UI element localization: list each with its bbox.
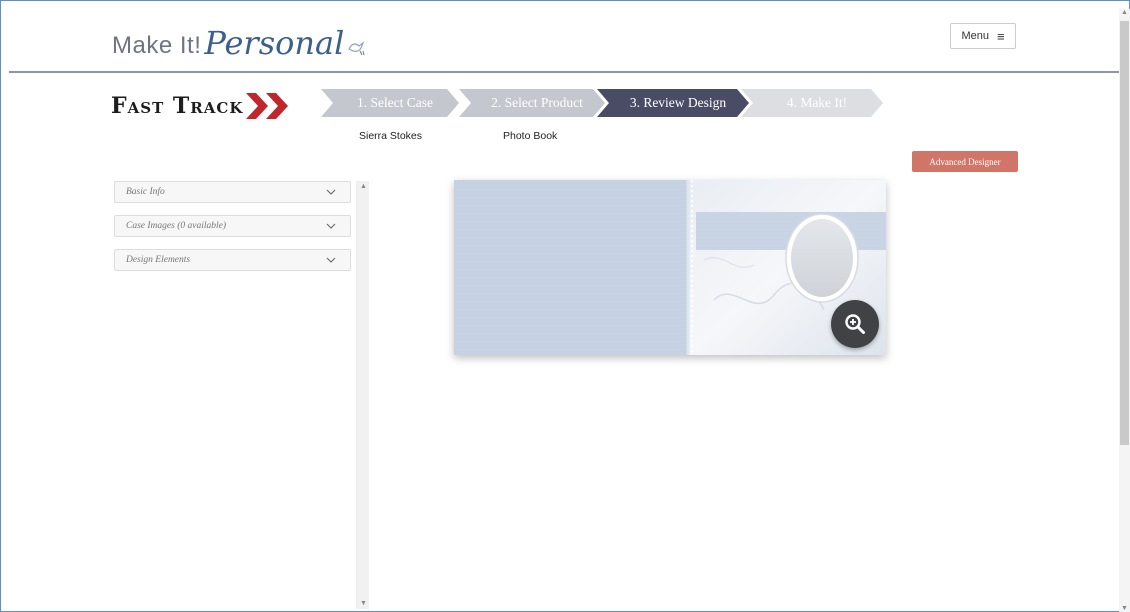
chevron-down-icon (326, 257, 336, 263)
accordion-design-elements[interactable]: Design Elements (114, 249, 351, 271)
dove-logo-icon (348, 41, 365, 56)
chevron-down-icon (326, 189, 336, 195)
step-label: 4. Make It! (786, 95, 848, 110)
scroll-down-arrow-icon[interactable]: ▼ (1121, 605, 1128, 612)
design-preview (454, 180, 886, 355)
logo-personal-text: Personal (204, 24, 345, 62)
scroll-up-arrow-icon[interactable]: ▲ (360, 183, 367, 190)
fast-track-heading: Fast Track (111, 93, 292, 119)
step-label: 3. Review Design (629, 95, 727, 110)
menu-button[interactable]: Menu ≡ (950, 23, 1016, 49)
sidebar-scrollbar[interactable]: ▲ ▼ (356, 181, 369, 609)
scroll-up-arrow-icon[interactable]: ▲ (1121, 9, 1128, 16)
hamburger-icon: ≡ (996, 28, 1005, 44)
step-review-design[interactable]: 3. Review Design (597, 89, 749, 117)
app-frame: Make It! Personal Menu ≡ Fast Track 1. S… (0, 0, 1130, 612)
page-scrollbar[interactable]: ▲ ▼ (1119, 9, 1130, 612)
design-sidebar: Basic Info Case Images (0 available) Des… (114, 181, 351, 283)
step-label: 2. Select Product (491, 95, 583, 110)
site-logo[interactable]: Make It! Personal (112, 21, 366, 61)
zoom-in-icon (845, 314, 865, 334)
fast-track-title: Fast Track (111, 93, 244, 119)
step-label: 1. Select Case (356, 95, 434, 110)
step-select-product[interactable]: 2. Select Product (459, 89, 605, 117)
scroll-down-arrow-icon[interactable]: ▼ (360, 600, 367, 607)
logo-make-text: Make It! (112, 32, 202, 59)
site-header: Make It! Personal Menu ≡ (9, 9, 1119, 73)
double-chevron-icon (246, 93, 289, 119)
accordion-basic-info[interactable]: Basic Info (114, 181, 351, 203)
accordion-label: Design Elements (126, 255, 191, 265)
selected-case-name: Sierra Stokes (359, 130, 423, 142)
advanced-designer-button[interactable]: Advanced Designer (912, 151, 1018, 172)
zoom-in-button[interactable] (831, 300, 879, 348)
menu-label: Menu (961, 30, 989, 42)
photo-book-cover-image (454, 180, 886, 355)
step-select-case[interactable]: 1. Select Case (321, 89, 459, 117)
scrollbar-thumb[interactable] (1120, 21, 1129, 445)
accordion-label: Case Images (0 available) (126, 221, 226, 231)
step-make-it[interactable]: 4. Make It! (741, 89, 883, 117)
selected-product-name: Photo Book (503, 130, 558, 142)
accordion-case-images[interactable]: Case Images (0 available) (114, 215, 351, 237)
accordion-label: Basic Info (126, 187, 165, 197)
chevron-down-icon (326, 223, 336, 229)
